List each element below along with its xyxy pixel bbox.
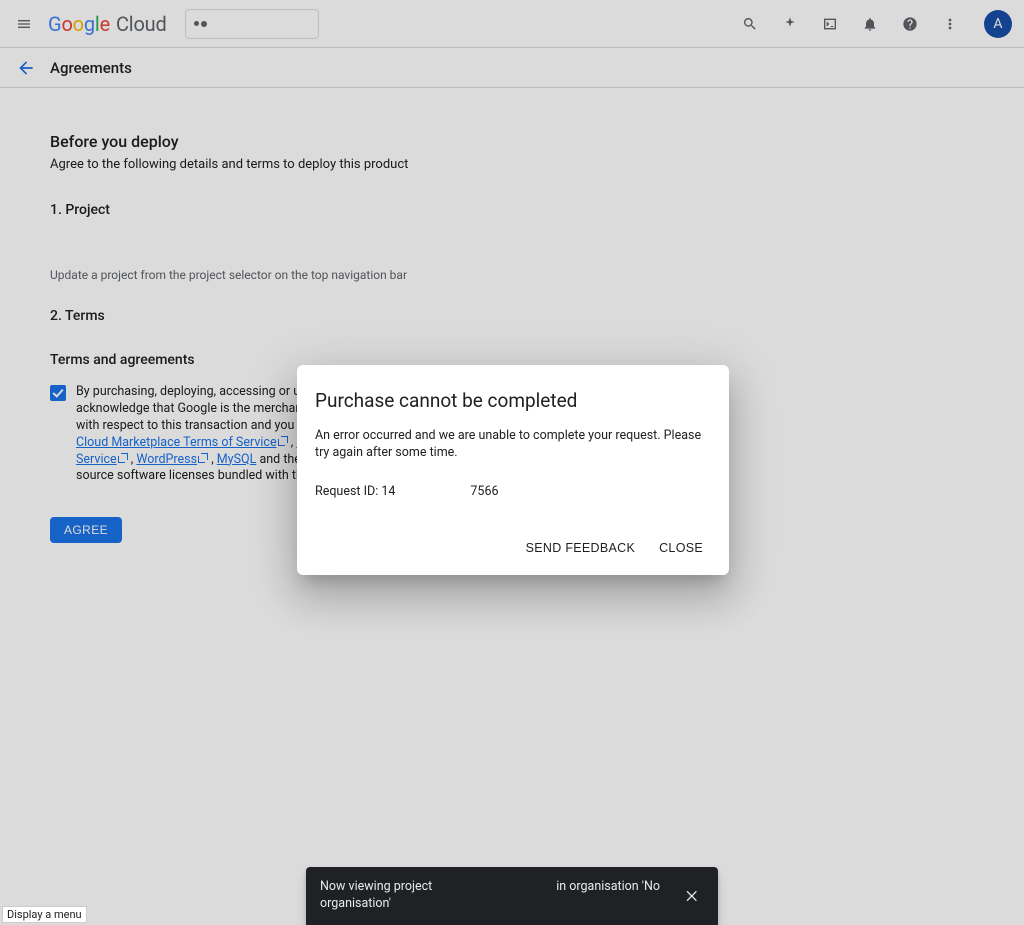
- snackbar: Now viewing project organisation' in org…: [306, 867, 718, 925]
- error-dialog: Purchase cannot be completed An error oc…: [297, 365, 729, 575]
- close-button[interactable]: CLOSE: [651, 535, 711, 561]
- request-id-label: Request ID:: [315, 484, 381, 499]
- dialog-message: An error occurred and we are unable to c…: [315, 428, 711, 462]
- request-id-line: Request ID: 14 7566: [315, 484, 711, 501]
- snackbar-left: Now viewing project organisation': [320, 879, 490, 913]
- request-id-right: 7566: [470, 484, 498, 499]
- send-feedback-button[interactable]: SEND FEEDBACK: [518, 535, 643, 561]
- snackbar-right: in organisation 'No: [556, 879, 660, 913]
- dialog-actions: SEND FEEDBACK CLOSE: [297, 501, 729, 567]
- snackbar-text: Now viewing project organisation' in org…: [320, 879, 660, 913]
- tooltip: Display a menu: [2, 906, 87, 923]
- request-id-left: 14: [381, 484, 395, 499]
- dialog-title: Purchase cannot be completed: [297, 385, 729, 428]
- snackbar-close-icon[interactable]: [680, 884, 704, 908]
- dialog-body: An error occurred and we are unable to c…: [297, 428, 729, 501]
